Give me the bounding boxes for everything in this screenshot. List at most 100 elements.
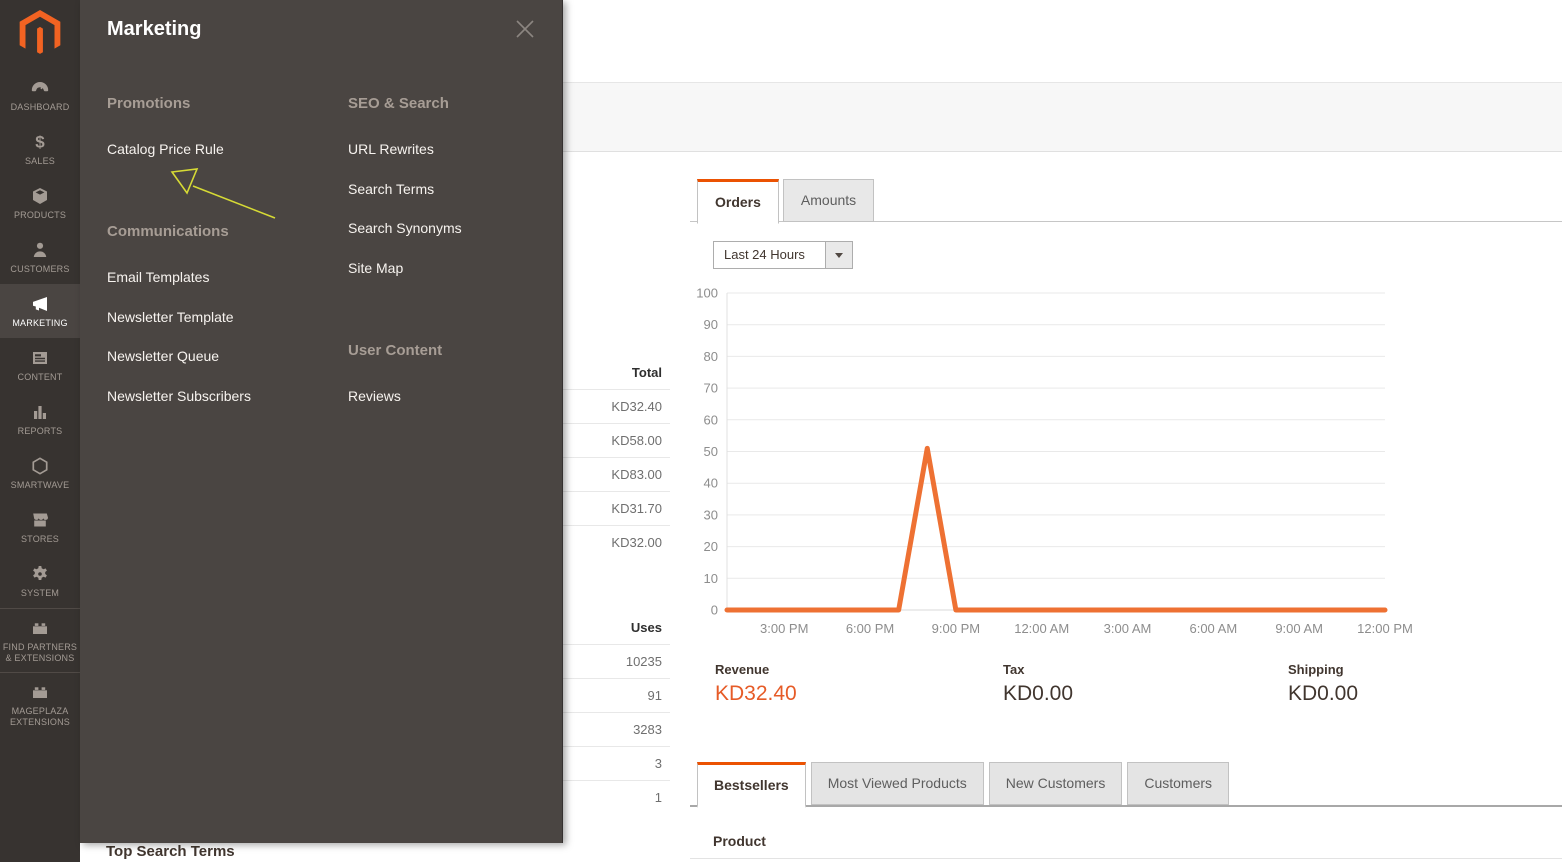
sidebar-item-label: FIND PARTNERS & EXTENSIONS — [2, 642, 78, 664]
menu-item-newsletter-template[interactable]: Newsletter Template — [107, 309, 234, 325]
sidebar-item-label: REPORTS — [2, 426, 78, 437]
sidebar-item-dashboard[interactable]: DASHBOARD — [0, 68, 80, 122]
svg-text:12:00 AM: 12:00 AM — [1014, 621, 1069, 636]
product-column-header: Product — [713, 833, 766, 849]
tab-most-viewed-products[interactable]: Most Viewed Products — [811, 762, 984, 805]
svg-text:0: 0 — [711, 603, 718, 618]
magento-logo-icon — [19, 10, 61, 56]
total-value: KD0.00 — [1003, 682, 1073, 706]
annotation-arrow-icon — [80, 0, 563, 843]
menu-item-newsletter-queue[interactable]: Newsletter Queue — [107, 348, 219, 364]
sidebar-item-stores[interactable]: STORES — [0, 500, 80, 554]
flyout-section-user-content: User Content — [348, 342, 442, 359]
orders-line-chart: 01020304050607080901003:00 PM6:00 PM9:00… — [690, 280, 1562, 645]
total-label: Revenue — [715, 662, 797, 677]
sidebar-item-label: STORES — [2, 534, 78, 545]
total-label: Shipping — [1288, 662, 1358, 677]
smartwave-icon — [30, 456, 50, 476]
sidebar-item-content[interactable]: CONTENT — [0, 338, 80, 392]
total-label: Tax — [1003, 662, 1073, 677]
total-value: KD0.00 — [1288, 682, 1358, 706]
tab-orders[interactable]: Orders — [697, 179, 779, 224]
total-revenue: Revenue KD32.40 — [715, 662, 797, 706]
sidebar-item-system[interactable]: SYSTEM — [0, 554, 80, 608]
sales-icon: $ — [30, 132, 50, 152]
sidebar-item-marketing[interactable]: MARKETING — [0, 284, 80, 338]
flyout-section-promotions: Promotions — [107, 95, 190, 112]
menu-item-site-map[interactable]: Site Map — [348, 260, 403, 276]
svg-text:40: 40 — [704, 476, 718, 491]
content-icon — [30, 348, 50, 368]
menu-item-newsletter-subscribers[interactable]: Newsletter Subscribers — [107, 388, 251, 404]
period-select[interactable]: Last 24 Hours — [713, 241, 853, 269]
svg-text:9:00 AM: 9:00 AM — [1275, 621, 1323, 636]
sidebar-item-label: SALES — [2, 156, 78, 167]
menu-item-reviews[interactable]: Reviews — [348, 388, 401, 404]
flyout-section-communications: Communications — [107, 223, 229, 240]
tab-new-customers[interactable]: New Customers — [989, 762, 1123, 805]
svg-text:100: 100 — [696, 286, 718, 301]
svg-text:60: 60 — [704, 412, 718, 427]
top-search-terms-heading: Top Search Terms — [106, 843, 235, 860]
svg-text:80: 80 — [704, 349, 718, 364]
marketing-icon — [30, 294, 50, 314]
dashboard-icon — [30, 78, 50, 98]
product-header-divider — [690, 858, 1562, 859]
svg-text:12:00 PM: 12:00 PM — [1357, 621, 1413, 636]
report-tab-strip: BestsellersMost Viewed ProductsNew Custo… — [697, 762, 1229, 808]
menu-item-catalog-price-rule[interactable]: Catalog Price Rule — [107, 141, 224, 157]
svg-text:70: 70 — [704, 381, 718, 396]
sidebar-item-label: DASHBOARD — [2, 102, 78, 113]
total-tax: Tax KD0.00 — [1003, 662, 1073, 706]
close-icon — [514, 18, 536, 40]
customers-icon — [30, 240, 50, 260]
menu-item-email-templates[interactable]: Email Templates — [107, 269, 209, 285]
magento-logo[interactable] — [0, 0, 80, 68]
magento-admin-dashboard: OrdersAmounts Last 24 Hours 010203040506… — [0, 0, 1562, 862]
sidebar-item-customers[interactable]: CUSTOMERS — [0, 230, 80, 284]
marketing-flyout-menu: Marketing PromotionsCatalog Price RuleCo… — [80, 0, 563, 843]
sidebar-item-smartwave[interactable]: SMARTWAVE — [0, 446, 80, 500]
sidebar-item-sales[interactable]: $ SALES — [0, 122, 80, 176]
find-partners-icon — [30, 618, 50, 638]
tab-amounts[interactable]: Amounts — [783, 179, 874, 222]
mageplaza-icon — [30, 682, 50, 702]
tab-customers[interactable]: Customers — [1127, 762, 1229, 805]
sidebar-item-label: MARKETING — [2, 318, 78, 329]
reports-icon — [30, 402, 50, 422]
select-caret-box[interactable] — [825, 242, 852, 268]
tab-bestsellers[interactable]: Bestsellers — [697, 762, 806, 808]
svg-text:3:00 AM: 3:00 AM — [1104, 621, 1152, 636]
menu-item-url-rewrites[interactable]: URL Rewrites — [348, 141, 434, 157]
admin-sidebar: DASHBOARD $ SALES PRODUCTS CUSTOMERS MARKETIN… — [0, 0, 80, 862]
sidebar-item-find-partners[interactable]: FIND PARTNERS & EXTENSIONS — [0, 608, 80, 672]
svg-text:$: $ — [35, 132, 45, 151]
svg-text:30: 30 — [704, 507, 718, 522]
menu-item-search-synonyms[interactable]: Search Synonyms — [348, 220, 462, 236]
sidebar-item-products[interactable]: PRODUCTS — [0, 176, 80, 230]
svg-text:90: 90 — [704, 317, 718, 332]
line-chart-svg: 01020304050607080901003:00 PM6:00 PM9:00… — [690, 280, 1562, 645]
chart-tab-strip: OrdersAmounts — [697, 179, 874, 224]
svg-text:10: 10 — [704, 571, 718, 586]
sidebar-item-mageplaza[interactable]: MAGEPLAZA EXTENSIONS — [0, 672, 80, 736]
stores-icon — [30, 510, 50, 530]
chevron-down-icon — [835, 253, 843, 258]
sidebar-item-label: CONTENT — [2, 372, 78, 383]
sidebar-item-label: PRODUCTS — [2, 210, 78, 221]
flyout-section-seo-search: SEO & Search — [348, 95, 449, 112]
sidebar-item-reports[interactable]: REPORTS — [0, 392, 80, 446]
total-value: KD32.40 — [715, 682, 797, 706]
period-select-value: Last 24 Hours — [714, 242, 825, 268]
svg-text:6:00 AM: 6:00 AM — [1189, 621, 1237, 636]
svg-text:50: 50 — [704, 444, 718, 459]
sidebar-item-label: MAGEPLAZA EXTENSIONS — [2, 706, 78, 728]
sidebar-item-label: SMARTWAVE — [2, 480, 78, 491]
total-shipping: Shipping KD0.00 — [1288, 662, 1358, 706]
close-button[interactable] — [514, 18, 536, 40]
svg-text:6:00 PM: 6:00 PM — [846, 621, 894, 636]
system-icon — [30, 564, 50, 584]
menu-item-search-terms[interactable]: Search Terms — [348, 181, 434, 197]
sidebar-nav: DASHBOARD $ SALES PRODUCTS CUSTOMERS MARKETIN… — [0, 68, 80, 736]
svg-text:9:00 PM: 9:00 PM — [932, 621, 980, 636]
